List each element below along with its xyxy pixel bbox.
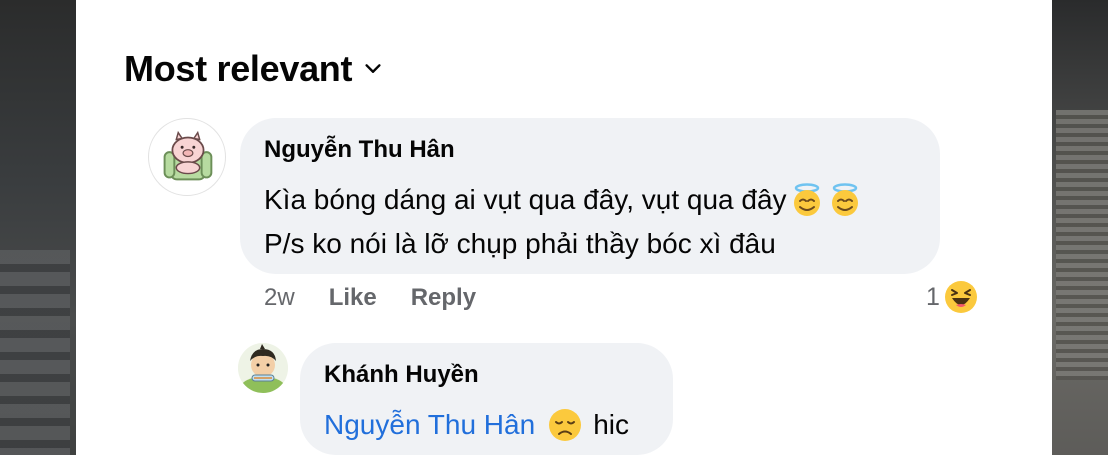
- comment-text-line-1: Kìa bóng dáng ai vụt qua đây, vụt qua đâ…: [264, 182, 863, 218]
- background-left: [0, 0, 76, 455]
- background-right: [1052, 0, 1108, 455]
- avatar[interactable]: [238, 343, 288, 393]
- reply-bubble: Khánh Huyền Nguyễn Thu Hân hic: [300, 343, 673, 455]
- disappointed-face-icon: [549, 409, 582, 441]
- comment-timestamp[interactable]: 2w: [264, 284, 295, 312]
- sort-label: Most relevant: [124, 48, 353, 89]
- reaction-summary[interactable]: 1: [926, 280, 978, 314]
- reply-button[interactable]: Reply: [411, 284, 476, 312]
- avatar[interactable]: [148, 118, 226, 196]
- comment-bubble: Nguyễn Thu Hân Kìa bóng dáng ai vụt qua …: [240, 118, 940, 274]
- reply-body: hic: [593, 409, 629, 440]
- reply-text: Nguyễn Thu Hân hic: [324, 407, 629, 443]
- sort-dropdown[interactable]: Most relevant: [124, 48, 384, 90]
- comments-panel: Most relevant Nguyễn Thu Hân Kìa bóng dá…: [76, 0, 1052, 455]
- mention-link[interactable]: Nguyễn Thu Hân: [324, 409, 535, 441]
- background-shutter: [1056, 110, 1108, 380]
- pig-avatar-icon: [163, 130, 213, 181]
- reaction-count: 1: [926, 282, 940, 311]
- like-button[interactable]: Like: [329, 284, 377, 312]
- haha-reaction-icon: [944, 281, 977, 313]
- comment-author[interactable]: Nguyễn Thu Hân: [264, 136, 455, 164]
- boy-avatar-icon: [238, 343, 288, 393]
- background-building: [0, 250, 70, 455]
- comment-text: Kìa bóng dáng ai vụt qua đây, vụt qua đâ…: [264, 184, 787, 215]
- chevron-down-icon: [365, 64, 381, 73]
- comment-actions: 2w Like Reply: [264, 284, 510, 312]
- comment-text-line-2: P/s ko nói là lỡ chụp phải thầy bóc xì đ…: [264, 228, 776, 259]
- reply-author[interactable]: Khánh Huyền: [324, 361, 479, 389]
- smiling-face-with-halo-icon: [793, 183, 820, 216]
- smiling-face-with-halo-icon: [831, 183, 858, 216]
